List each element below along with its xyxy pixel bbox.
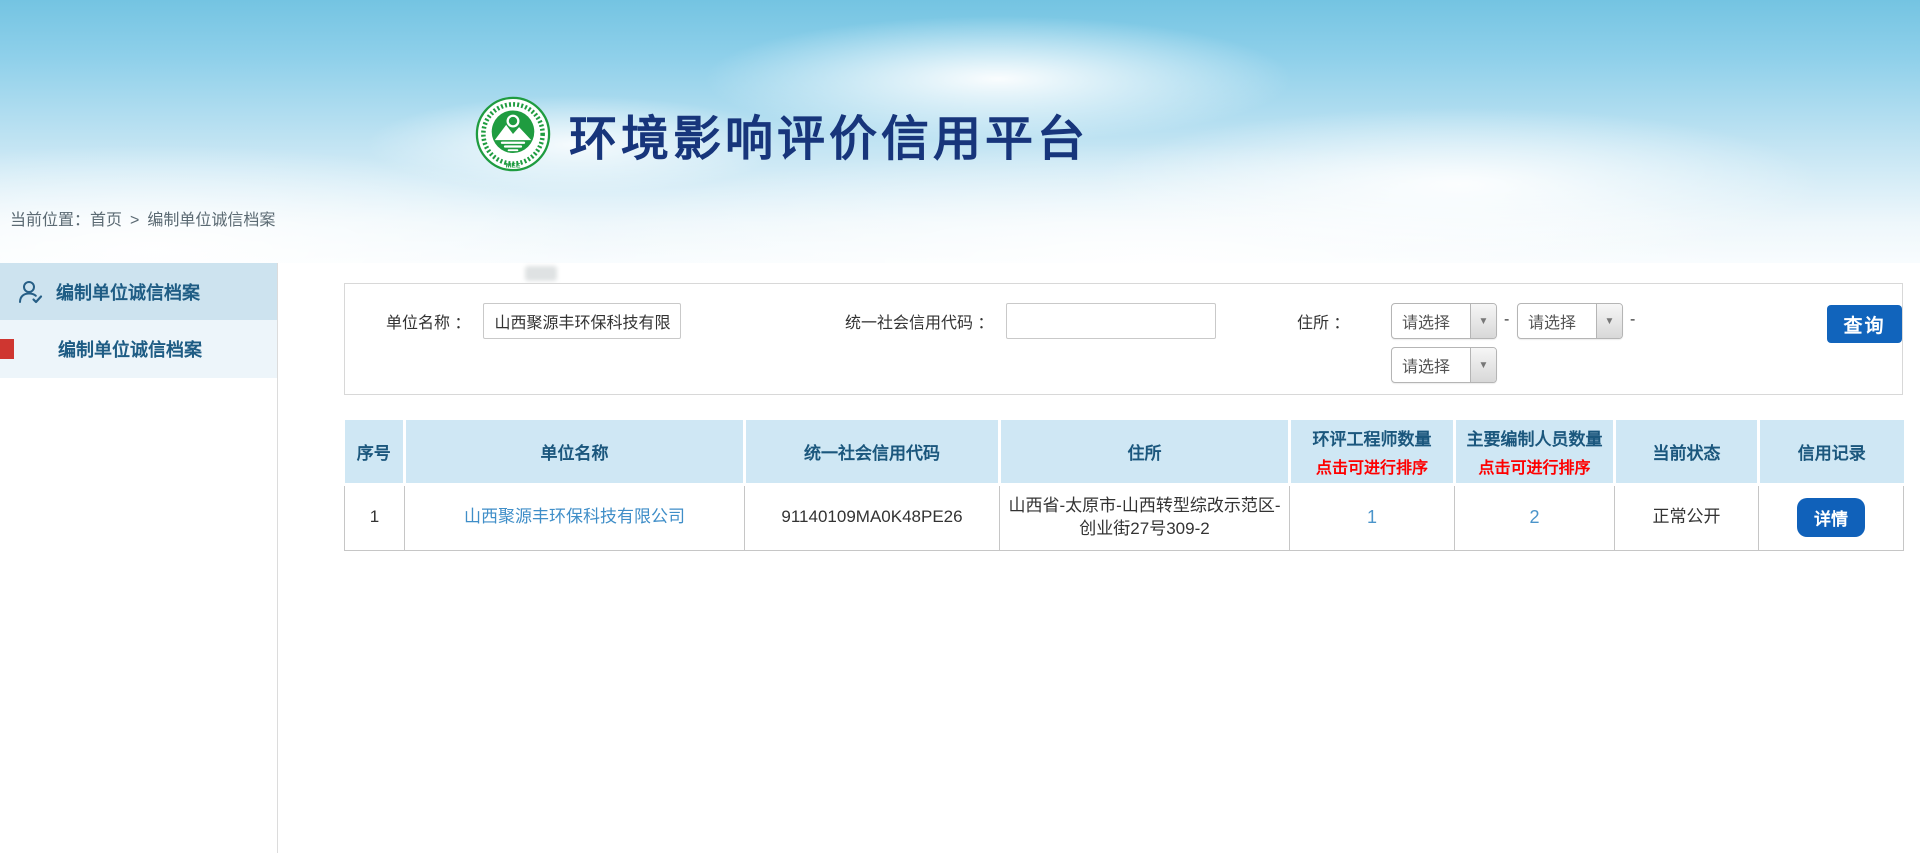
cell-index: 1 — [345, 484, 405, 550]
chevron-down-icon: ▼ — [1596, 304, 1622, 338]
address-field: 住所 ： — [1297, 303, 1362, 339]
artifact-smudge — [525, 266, 557, 281]
address-label: 住所 ： — [1297, 309, 1349, 333]
active-item-marker — [0, 339, 14, 359]
col-header-credit-code: 统一社会信用代码 — [745, 420, 1000, 484]
select-value: 请选择 — [1392, 304, 1470, 338]
mee-logo-text: MEE — [506, 162, 521, 169]
table-row: 1 山西聚源丰环保科技有限公司 91140109MA0K48PE26 山西省-太… — [345, 484, 1904, 550]
credit-code-input[interactable] — [1006, 303, 1216, 339]
site-title: 环境影响评价信用平台 — [569, 99, 1089, 169]
cell-address: 山西省-太原市-山西转型综改示范区-创业街27号309-2 — [1000, 484, 1290, 550]
query-button[interactable]: 查询 — [1827, 305, 1902, 343]
table-header-row: 序号 单位名称 统一社会信用代码 住所 环评工程师数量 点击可进行排序 主要编制… — [345, 420, 1904, 484]
sidebar-header-archive[interactable]: 编制单位诚信档案 — [0, 263, 277, 320]
select-value: 请选择 — [1518, 304, 1596, 338]
engineer-count-link[interactable]: 1 — [1367, 507, 1377, 527]
detail-button[interactable]: 详情 — [1797, 498, 1865, 537]
chevron-down-icon: ▼ — [1470, 304, 1496, 338]
credit-code-label: 统一社会信用代码 ： — [845, 309, 993, 333]
sort-hint: 点击可进行排序 — [1460, 454, 1609, 478]
breadcrumb-home-link[interactable]: 首页 — [90, 212, 122, 229]
chevron-down-icon: ▼ — [1470, 348, 1496, 382]
site-banner: MEE 环境影响评价信用平台 当前位置：首页 > 编制单位诚信档案 — [0, 0, 1920, 263]
col-header-engineer-count-sort[interactable]: 环评工程师数量 点击可进行排序 — [1290, 420, 1455, 484]
page-root: MEE 环境影响评价信用平台 当前位置：首页 > 编制单位诚信档案 编制单位诚信档案… — [0, 0, 1920, 853]
company-name-field: 单位名称 ： — [386, 303, 681, 339]
address-city-select[interactable]: 请选择 ▼ — [1517, 303, 1623, 339]
sidebar-item-label: 编制单位诚信档案 — [58, 336, 202, 362]
staff-count-link[interactable]: 2 — [1529, 507, 1539, 527]
col-header-index: 序号 — [345, 420, 405, 484]
cell-credit-code: 91140109MA0K48PE26 — [745, 484, 1000, 550]
address-dash-2: - — [1630, 311, 1635, 329]
user-check-icon — [16, 278, 44, 306]
credit-code-field: 统一社会信用代码 ： — [845, 303, 1216, 339]
brand: MEE 环境影响评价信用平台 — [475, 96, 1089, 172]
address-province-select[interactable]: 请选择 ▼ — [1391, 303, 1497, 339]
sidebar-header-label: 编制单位诚信档案 — [56, 279, 200, 305]
mee-logo-icon: MEE — [475, 96, 551, 172]
breadcrumb-current: 编制单位诚信档案 — [147, 212, 275, 229]
results-table: 序号 单位名称 统一社会信用代码 住所 环评工程师数量 点击可进行排序 主要编制… — [344, 420, 1904, 551]
breadcrumb-prefix: 当前位置： — [10, 212, 90, 229]
col-header-credit-record: 信用记录 — [1759, 420, 1904, 484]
col-header-company: 单位名称 — [405, 420, 745, 484]
breadcrumb-separator: > — [130, 212, 139, 229]
sidebar-item-archive[interactable]: 编制单位诚信档案 — [0, 320, 277, 378]
layout: 编制单位诚信档案 编制单位诚信档案 单位名称 ： 统一社会信用代码 ： — [0, 263, 1920, 853]
col-header-address: 住所 — [1000, 420, 1290, 484]
col-header-status: 当前状态 — [1615, 420, 1759, 484]
sidebar: 编制单位诚信档案 编制单位诚信档案 — [0, 263, 278, 853]
company-link[interactable]: 山西聚源丰环保科技有限公司 — [464, 507, 685, 526]
main-content: 单位名称 ： 统一社会信用代码 ： 住所 ： 请选择 ▼ - 请选择 ▼ — [278, 263, 1920, 853]
cell-status: 正常公开 — [1615, 484, 1759, 550]
company-name-label: 单位名称 ： — [386, 309, 470, 333]
breadcrumb: 当前位置：首页 > 编制单位诚信档案 — [10, 206, 275, 230]
company-name-input[interactable] — [483, 303, 681, 339]
sort-hint: 点击可进行排序 — [1295, 454, 1449, 478]
address-dash-1: - — [1504, 311, 1509, 329]
select-value: 请选择 — [1392, 348, 1470, 382]
search-panel: 单位名称 ： 统一社会信用代码 ： 住所 ： 请选择 ▼ - 请选择 ▼ — [344, 283, 1903, 395]
col-header-staff-count-sort[interactable]: 主要编制人员数量 点击可进行排序 — [1455, 420, 1615, 484]
address-district-select[interactable]: 请选择 ▼ — [1391, 347, 1497, 383]
